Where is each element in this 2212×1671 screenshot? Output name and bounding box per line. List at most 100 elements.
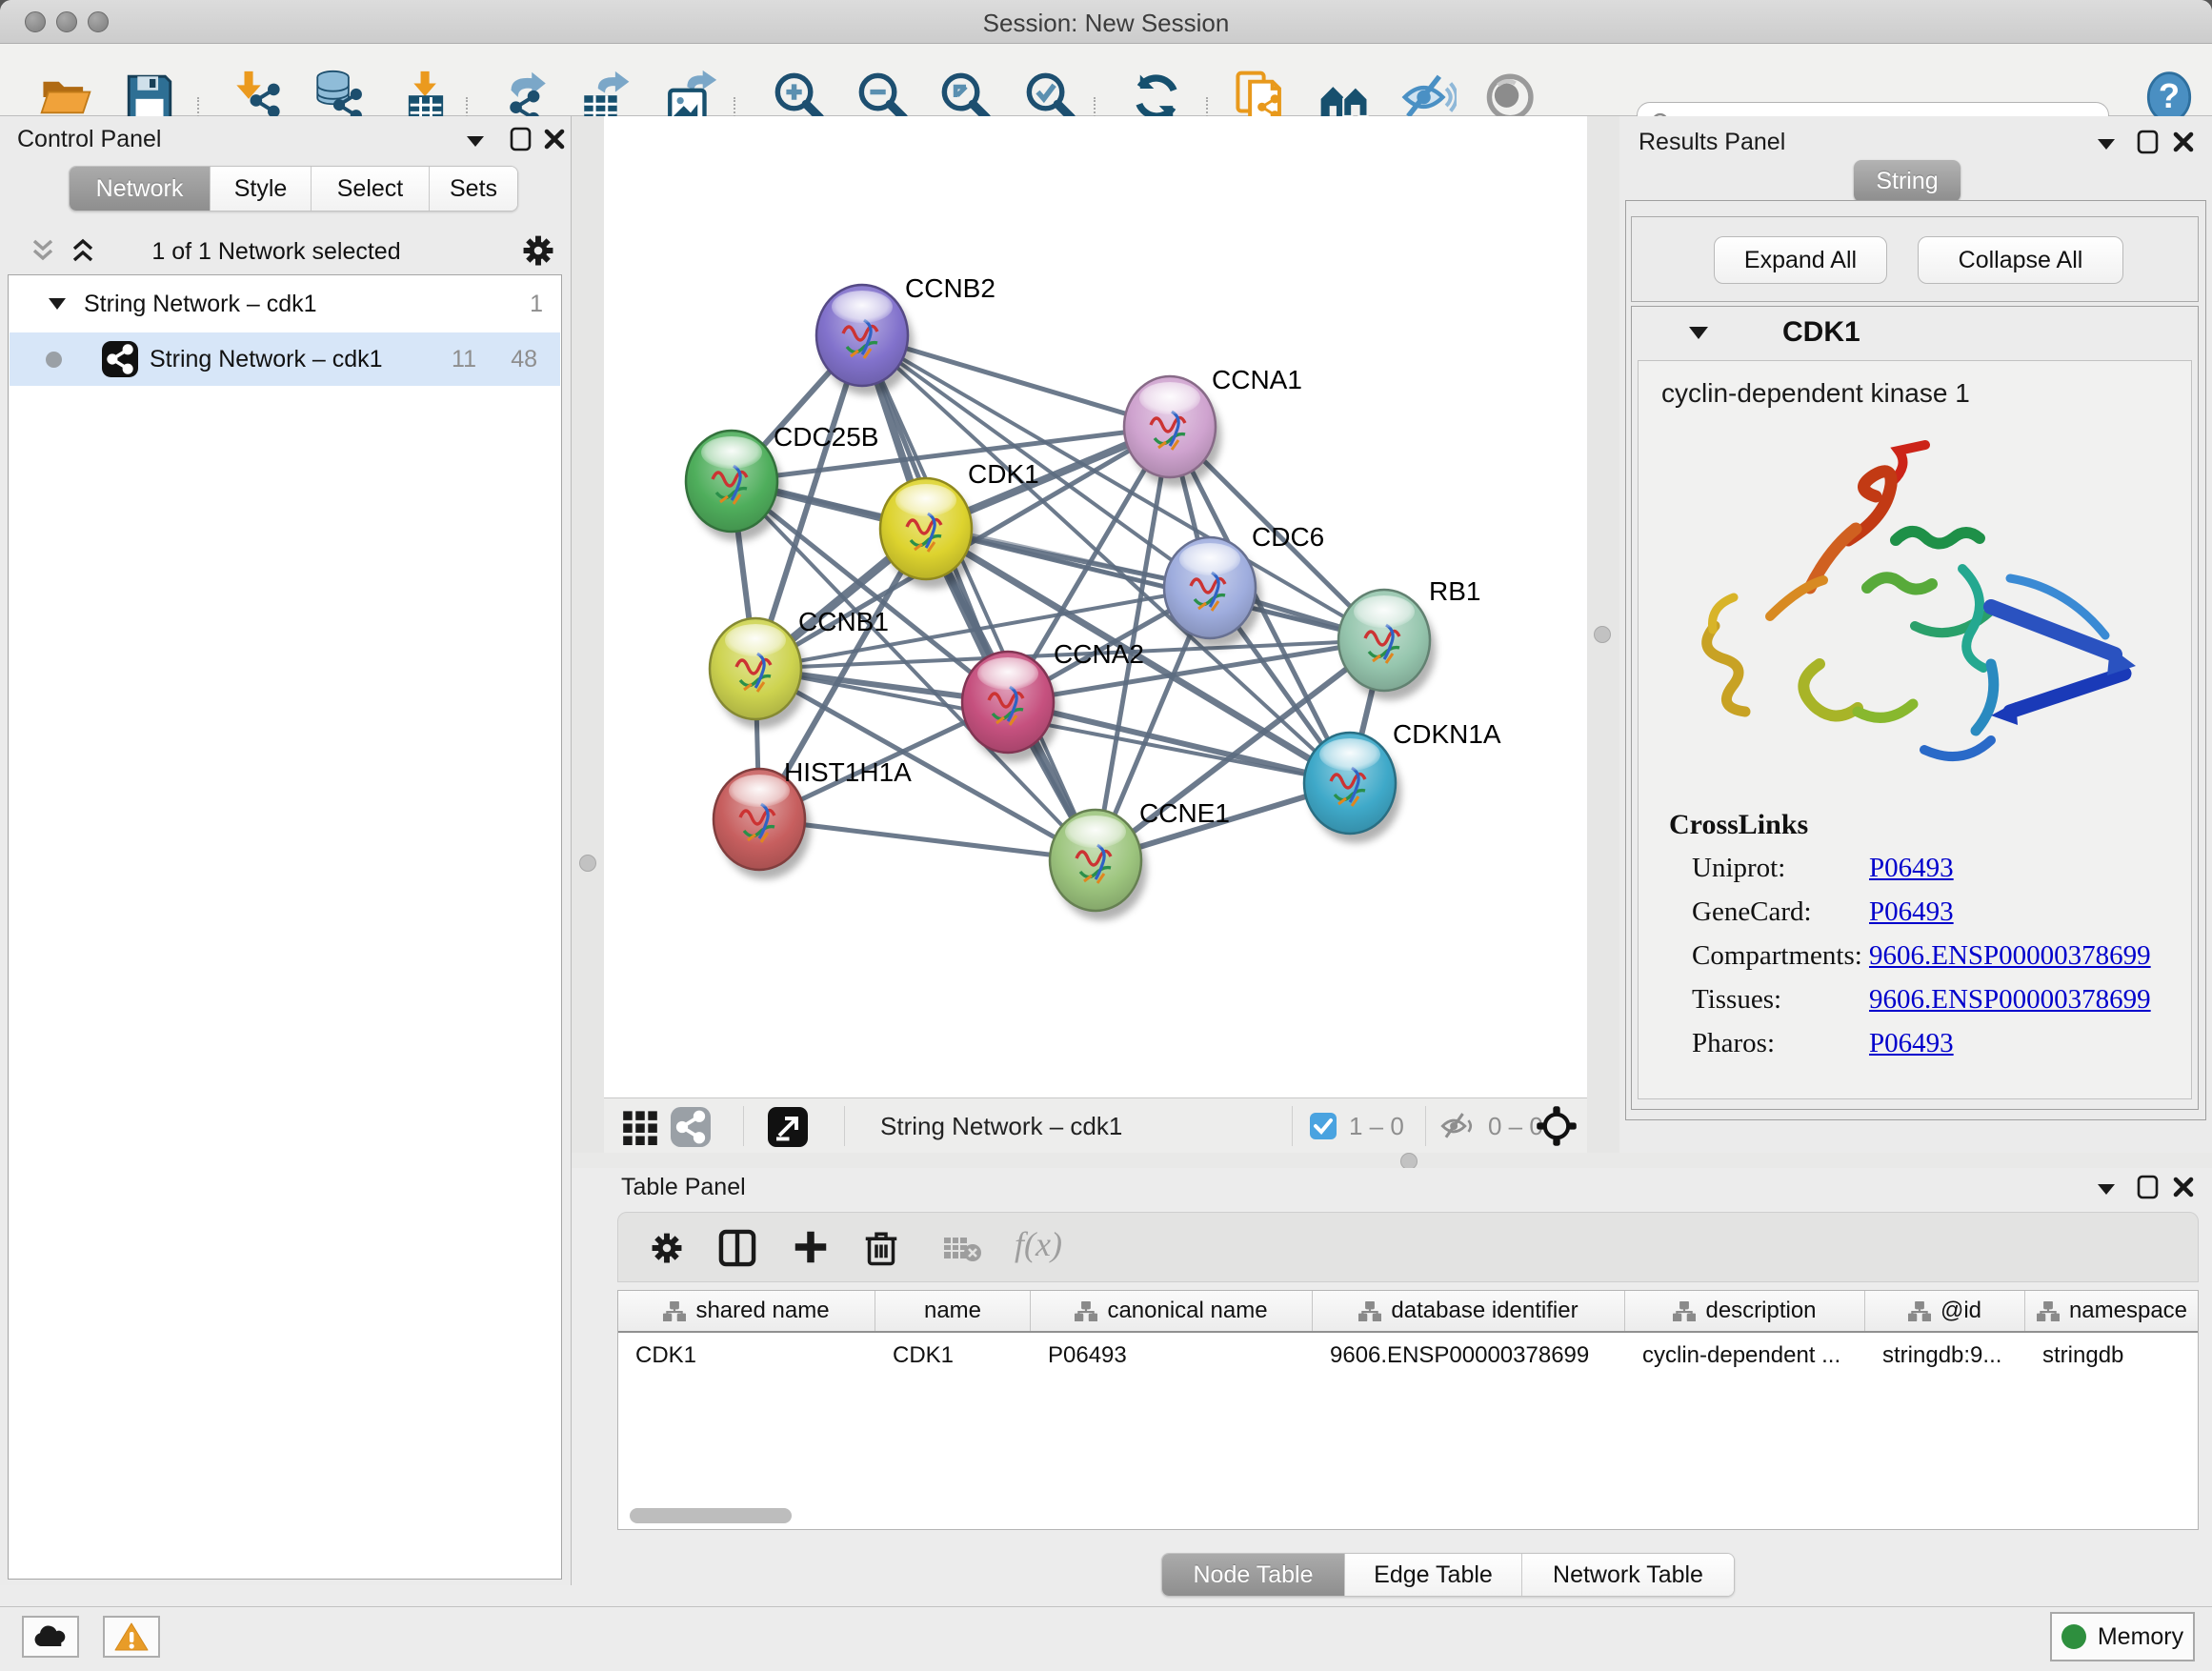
network-badge-gray-icon[interactable] xyxy=(671,1107,711,1147)
network-node-cdkn1a[interactable] xyxy=(1304,733,1401,843)
column-header-canonical-name[interactable]: canonical name xyxy=(1031,1291,1313,1331)
control-panel-title: Control Panel xyxy=(17,126,161,153)
crosslink-row: Tissues: 9606.ENSP00000378699 xyxy=(1692,984,1781,1016)
horizontal-splitter[interactable] xyxy=(572,1153,2212,1168)
open-in-window-icon[interactable] xyxy=(768,1107,808,1147)
left-splitter-handle[interactable] xyxy=(579,855,596,872)
network-graph[interactable]: CCNB2CCNA1CDC25BCDK1CDC6RB1CCNB1CCNA2CDK… xyxy=(604,116,1587,1097)
birds-eye-crosshair-icon[interactable] xyxy=(1536,1105,1578,1147)
cloud-icon xyxy=(31,1623,70,1650)
collection-expand-arrow-icon[interactable] xyxy=(48,296,67,312)
column-header-shared-name[interactable]: shared name xyxy=(618,1291,875,1331)
crosslink-uniprot-link[interactable]: P06493 xyxy=(1869,853,1954,884)
column-mapping-icon xyxy=(663,1301,686,1321)
tab-style[interactable]: Style xyxy=(211,167,312,211)
crosslink-pharos-link[interactable]: P06493 xyxy=(1869,1028,1954,1059)
expand-all-chevron-icon[interactable] xyxy=(69,236,97,265)
memory-label: Memory xyxy=(2098,1623,2183,1651)
crosslink-genecard-link[interactable]: P06493 xyxy=(1869,896,1954,928)
collection-count: 1 xyxy=(530,291,543,318)
network-view-canvas[interactable]: CCNB2CCNA1CDC25BCDK1CDC6RB1CCNB1CCNA2CDK… xyxy=(604,116,1587,1097)
float-panel-icon[interactable] xyxy=(2096,1181,2117,1197)
collapse-all-chevron-icon[interactable] xyxy=(29,236,57,265)
hidden-eye-slash-icon[interactable] xyxy=(1440,1110,1478,1142)
column-header-id[interactable]: @id xyxy=(1865,1291,2025,1331)
tab-sets[interactable]: Sets xyxy=(430,167,517,211)
column-mapping-icon xyxy=(2037,1301,2060,1321)
network-node-ccna2[interactable] xyxy=(962,652,1059,762)
tab-edge-table[interactable]: Edge Table xyxy=(1345,1554,1522,1596)
left-splitter[interactable] xyxy=(572,116,604,1153)
node-label-ccnb1: CCNB1 xyxy=(798,607,889,636)
entry-collapse-arrow-icon[interactable] xyxy=(1687,324,1710,341)
right-splitter[interactable] xyxy=(1587,116,1619,1153)
memory-button[interactable]: Memory xyxy=(2050,1612,2195,1661)
network-collection-row[interactable]: String Network – cdk1 1 xyxy=(10,277,560,331)
network-node-cdc25b[interactable] xyxy=(686,431,783,541)
selected-checkbox-icon[interactable] xyxy=(1309,1112,1337,1140)
column-header-description[interactable]: description xyxy=(1625,1291,1865,1331)
network-node-cdc6[interactable] xyxy=(1164,537,1261,648)
delete-table-icon-disabled xyxy=(944,1236,982,1264)
footer-separator xyxy=(1425,1106,1426,1146)
gear-icon[interactable] xyxy=(520,232,556,269)
collapse-all-button[interactable]: Collapse All xyxy=(1918,236,2123,284)
add-column-icon[interactable] xyxy=(792,1228,830,1266)
tab-string[interactable]: String xyxy=(1854,160,1961,202)
network-row[interactable]: String Network – cdk1 11 48 xyxy=(10,332,560,386)
network-node-ccne1[interactable] xyxy=(1050,810,1147,920)
maximize-panel-icon[interactable] xyxy=(2136,129,2161,155)
network-node-ccnb2[interactable] xyxy=(816,285,914,395)
tab-node-table[interactable]: Node Table xyxy=(1162,1554,1345,1596)
selected-node-edge-counts: 1 – 0 xyxy=(1349,1112,1404,1141)
window-title: Session: New Session xyxy=(0,9,2212,38)
table-row[interactable]: CDK1 CDK1 P06493 9606.ENSP00000378699 cy… xyxy=(618,1333,2198,1379)
svg-text:?: ? xyxy=(2159,76,2180,115)
column-header-database-identifier[interactable]: database identifier xyxy=(1313,1291,1625,1331)
close-panel-icon[interactable] xyxy=(543,128,566,151)
results-panel-title: Results Panel xyxy=(1639,129,1785,156)
control-panel-tabs: Network Style Select Sets xyxy=(69,166,518,211)
crosslink-row: Pharos: P06493 xyxy=(1692,1028,1775,1059)
float-panel-icon[interactable] xyxy=(2096,136,2117,151)
memory-status-dot xyxy=(2061,1624,2086,1649)
network-selection-status: 1 of 1 Network selected xyxy=(114,238,438,266)
show-columns-icon[interactable] xyxy=(717,1228,757,1268)
function-builder-icon-disabled: f(x) xyxy=(1015,1224,1062,1264)
crosslink-row: Uniprot: P06493 xyxy=(1692,853,1785,884)
tab-network[interactable]: Network xyxy=(70,167,211,211)
network-view-title: String Network – cdk1 xyxy=(880,1112,1122,1141)
network-node-rb1[interactable] xyxy=(1338,590,1436,700)
footer-separator xyxy=(844,1106,845,1146)
delete-column-trash-icon[interactable] xyxy=(862,1228,900,1266)
close-panel-icon[interactable] xyxy=(2172,1176,2195,1198)
float-panel-icon[interactable] xyxy=(465,133,486,149)
table-settings-gear-icon[interactable] xyxy=(649,1230,685,1266)
network-node-ccna1[interactable] xyxy=(1124,376,1221,487)
column-header-namespace[interactable]: namespace xyxy=(2025,1291,2199,1331)
column-header-name[interactable]: name xyxy=(875,1291,1031,1331)
crosslink-tissues-link[interactable]: 9606.ENSP00000378699 xyxy=(1869,984,2151,1016)
network-node-cdk1[interactable] xyxy=(880,478,977,589)
tab-select[interactable]: Select xyxy=(312,167,430,211)
node-label-ccnb2: CCNB2 xyxy=(905,273,995,303)
maximize-panel-icon[interactable] xyxy=(509,126,533,152)
maximize-panel-icon[interactable] xyxy=(2136,1174,2161,1200)
cloud-status-button[interactable] xyxy=(22,1616,79,1658)
crosslink-row: Compartments: 9606.ENSP00000378699 xyxy=(1692,940,1862,972)
warning-status-button[interactable] xyxy=(103,1616,160,1658)
crosslinks-title: CrossLinks xyxy=(1669,809,1808,841)
horizontal-scrollbar-thumb[interactable] xyxy=(630,1508,792,1523)
right-splitter-handle[interactable] xyxy=(1594,626,1611,643)
tab-network-table[interactable]: Network Table xyxy=(1522,1554,1734,1596)
gene-entry-header[interactable]: CDK1 xyxy=(1632,307,2198,358)
node-label-ccne1: CCNE1 xyxy=(1139,798,1230,828)
network-view-toolbar: String Network – cdk1 1 – 0 0 – 0 xyxy=(604,1097,1587,1153)
grid-view-icon[interactable] xyxy=(621,1109,659,1145)
control-panel: Control Panel Network Style Select Sets … xyxy=(0,116,572,1585)
table-toolbar: f(x) xyxy=(617,1212,2199,1282)
crosslink-compartments-link[interactable]: 9606.ENSP00000378699 xyxy=(1869,940,2151,972)
expand-all-button[interactable]: Expand All xyxy=(1714,236,1887,284)
close-panel-icon[interactable] xyxy=(2172,131,2195,153)
protein-structure-image xyxy=(1677,426,2153,788)
